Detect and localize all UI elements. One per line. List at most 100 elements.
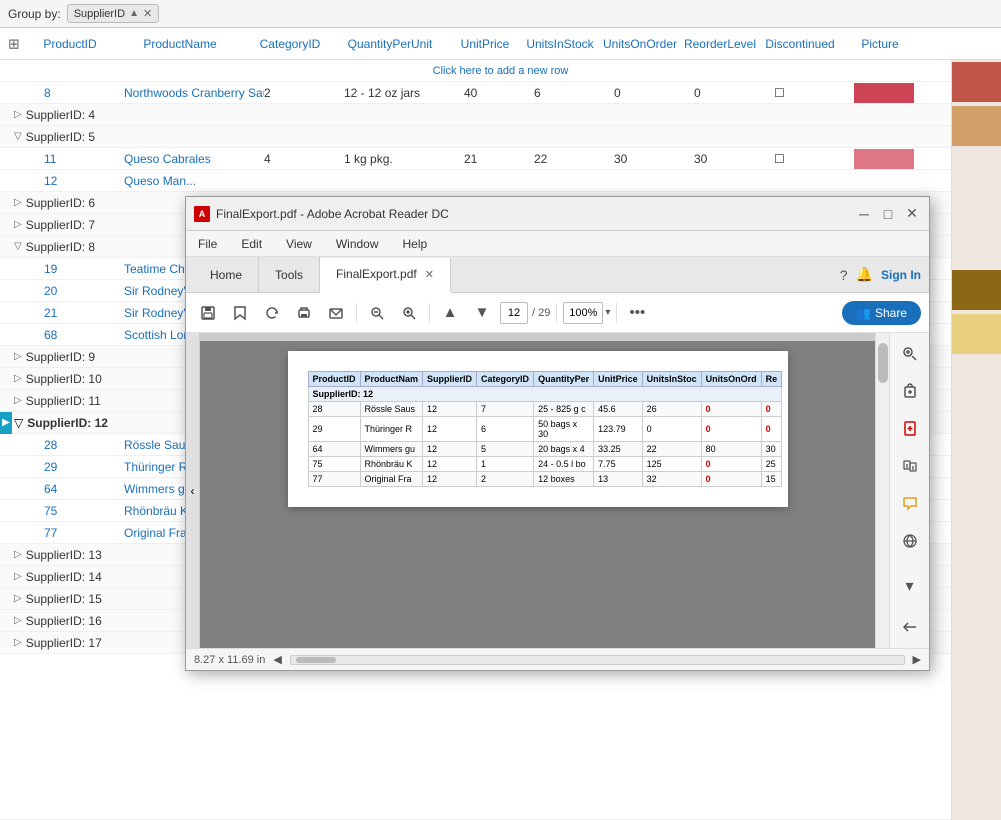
sidebar-clipboard-icon[interactable] [895, 376, 925, 405]
hscroll-right-arrow[interactable]: ▶ [913, 653, 921, 666]
sync-tool-btn[interactable] [258, 299, 286, 327]
sidebar-combine-icon[interactable] [895, 451, 925, 480]
col-header-unitsonorder[interactable]: UnitsOnOrder [600, 37, 680, 51]
print-tool-btn[interactable] [290, 299, 318, 327]
pdf-col-uoo: UnitsOnOrd [701, 372, 761, 387]
add-row-link[interactable]: Click here to add a new row [433, 65, 569, 77]
pdf-right-sidebar: ▾ [889, 333, 929, 648]
zoom-dropdown-icon[interactable]: ▾ [605, 307, 610, 318]
cell-uoo: 0 [614, 86, 694, 100]
sidebar-back-icon[interactable] [895, 613, 925, 642]
pdf-cell-qpu: 25 - 825 g c [534, 402, 594, 417]
selected-indicator: ▶ [0, 412, 12, 434]
group-label: SupplierID: 16 [26, 614, 102, 628]
tab-home[interactable]: Home [194, 257, 259, 292]
pdf-hscrollbar[interactable] [290, 655, 905, 665]
share-label: Share [875, 306, 907, 320]
bookmark-tool-btn[interactable] [226, 299, 254, 327]
menu-edit[interactable]: Edit [237, 235, 266, 253]
col-header-discontinued[interactable]: Discontinued [760, 37, 840, 51]
expand-icon: ▽ [14, 416, 23, 430]
tab-close-icon[interactable]: ✕ [425, 268, 434, 281]
more-tools-btn[interactable]: ••• [623, 299, 651, 327]
cell-disc: ☐ [774, 152, 854, 166]
menu-view[interactable]: View [282, 235, 316, 253]
zoom-input[interactable] [563, 302, 603, 324]
help-icon[interactable]: ? [840, 267, 848, 283]
expand-icon: ▷ [14, 637, 22, 648]
group-label: SupplierID: 11 [26, 394, 101, 408]
group-by-tag[interactable]: SupplierID ▲ ✕ [67, 4, 159, 23]
group-label: SupplierID: 9 [26, 350, 95, 364]
tab-tools[interactable]: Tools [259, 257, 320, 292]
toolbar-separator-4 [616, 303, 617, 323]
zoom-in-tool-btn[interactable] [395, 299, 423, 327]
sidebar-zoom-icon[interactable] [895, 339, 925, 368]
hscroll-left-arrow[interactable]: ◀ [273, 653, 281, 666]
toolbar-separator-2 [429, 303, 430, 323]
pdf-col-supplierid: SupplierID [423, 372, 477, 387]
col-header-productname[interactable]: ProductName [110, 37, 250, 51]
col-header-picture[interactable]: Picture [840, 37, 920, 51]
save-tool-btn[interactable] [194, 299, 222, 327]
add-row-bar: Click here to add a new row [0, 60, 1001, 82]
expand-icon: ▷ [14, 549, 22, 560]
col-header-categoryid[interactable]: CategoryID [250, 37, 330, 51]
col-header-unitprice[interactable]: UnitPrice [450, 37, 520, 51]
pdf-page-container[interactable]: ProductID ProductNam SupplierID Category… [200, 341, 875, 648]
minimize-button[interactable]: ─ [855, 205, 873, 223]
menu-help[interactable]: Help [399, 235, 432, 253]
sidebar-down-icon[interactable]: ▾ [895, 571, 925, 600]
toolbar-separator-1 [356, 303, 357, 323]
expand-icon: ▽ [14, 241, 22, 252]
next-page-btn[interactable]: ▼ [468, 299, 496, 327]
remove-group-icon[interactable]: ✕ [143, 7, 152, 20]
cell-pid: 11 [44, 152, 124, 166]
table-row: 11 Queso Cabrales 4 1 kg pkg. 21 22 30 3… [0, 148, 1001, 170]
zoom-out-tool-btn[interactable] [363, 299, 391, 327]
pdf-cell-uoo: 0 [701, 402, 761, 417]
prev-page-btn[interactable]: ▲ [436, 299, 464, 327]
column-headers: ⊞ ProductID ProductName CategoryID Quant… [0, 28, 1001, 60]
sidebar-comment-icon[interactable] [895, 489, 925, 518]
col-header-reorderlevel[interactable]: ReorderLevel [680, 37, 760, 51]
col-header-quantityperunit[interactable]: QuantityPerUnit [330, 37, 450, 51]
page-number-input[interactable] [500, 302, 528, 324]
group-row-supplier4[interactable]: ▷ SupplierID: 4 [0, 104, 1001, 126]
pdf-inner-table: ProductID ProductNam SupplierID Category… [308, 371, 783, 487]
group-label: SupplierID: 6 [26, 196, 95, 210]
menu-window[interactable]: Window [332, 235, 383, 253]
menu-file[interactable]: File [194, 235, 221, 253]
pdf-page: ProductID ProductNam SupplierID Category… [288, 351, 788, 507]
col-header-unitsinstock[interactable]: UnitsInStock [520, 37, 600, 51]
pdf-cell-pname: Rössle Saus [360, 402, 423, 417]
group-label: SupplierID: 15 [26, 592, 102, 606]
table-row: 8 Northwoods Cranberry Sauce 2 12 - 12 o… [0, 82, 1001, 104]
left-panel-toggle[interactable]: ‹ [186, 333, 200, 648]
cell-uis: 22 [534, 152, 614, 166]
sidebar-addfile-icon[interactable] [895, 414, 925, 443]
pdf-cell-catid: 7 [477, 402, 534, 417]
sign-in-button[interactable]: Sign In [881, 268, 921, 282]
cell-pid: 20 [44, 284, 124, 298]
toolbar-separator-3 [556, 303, 557, 323]
share-button[interactable]: 👥 Share [842, 301, 921, 325]
bell-icon[interactable]: 🔔 [856, 266, 873, 283]
cell-pid: 64 [44, 482, 124, 496]
picture-column-bg [951, 60, 1001, 820]
maximize-button[interactable]: □ [879, 205, 897, 223]
cell-catid: 4 [264, 152, 344, 166]
pdf-vscrollbar[interactable] [875, 333, 889, 648]
cell-pid: 75 [44, 504, 124, 518]
pdf-hscrollbar-thumb[interactable] [296, 657, 336, 663]
sidebar-translate-icon[interactable] [895, 526, 925, 555]
cell-pid: 12 [44, 174, 124, 188]
email-tool-btn[interactable] [322, 299, 350, 327]
group-row-supplier5[interactable]: ▽ SupplierID: 5 [0, 126, 1001, 148]
col-header-productid[interactable]: ProductID [30, 37, 110, 51]
tab-finalexport[interactable]: FinalExport.pdf ✕ [320, 258, 451, 293]
pdf-vscrollbar-thumb[interactable] [878, 343, 888, 383]
close-button[interactable]: ✕ [903, 205, 921, 223]
food-thumb-1 [952, 62, 1001, 102]
group-label: SupplierID: 7 [26, 218, 95, 232]
